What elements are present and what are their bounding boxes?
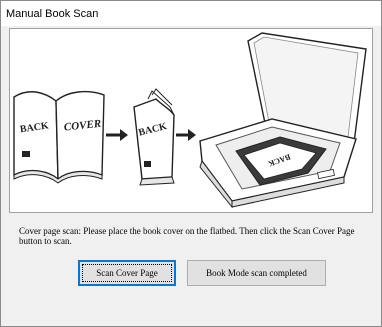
scan-cover-page-button[interactable]: Scan Cover Page: [78, 260, 176, 286]
window-title: Manual Book Scan: [6, 8, 99, 20]
instruction-text: Cover page scan: Please place the book c…: [19, 226, 355, 246]
scan-illustration: BACK COVER BACK BACK: [9, 28, 373, 213]
book-mode-scan-completed-label: Book Mode scan completed: [206, 268, 307, 278]
closed-book-illustration: BACK: [133, 88, 175, 186]
scan-instructions-diagram: BACK COVER BACK BACK: [13, 32, 367, 209]
open-book-illustration: BACK COVER: [13, 90, 105, 184]
manual-book-scan-window: Manual Book Scan BACK COVER BACK BACK Co…: [0, 0, 382, 327]
book-mode-scan-completed-button[interactable]: Book Mode scan completed: [187, 260, 326, 286]
arrow-right-icon: [106, 129, 128, 141]
flatbed-scanner-illustration: BACK: [199, 32, 367, 209]
arrow-right-icon: [176, 129, 196, 141]
title-bar: Manual Book Scan: [1, 1, 381, 26]
scan-cover-page-label: Scan Cover Page: [96, 268, 158, 278]
